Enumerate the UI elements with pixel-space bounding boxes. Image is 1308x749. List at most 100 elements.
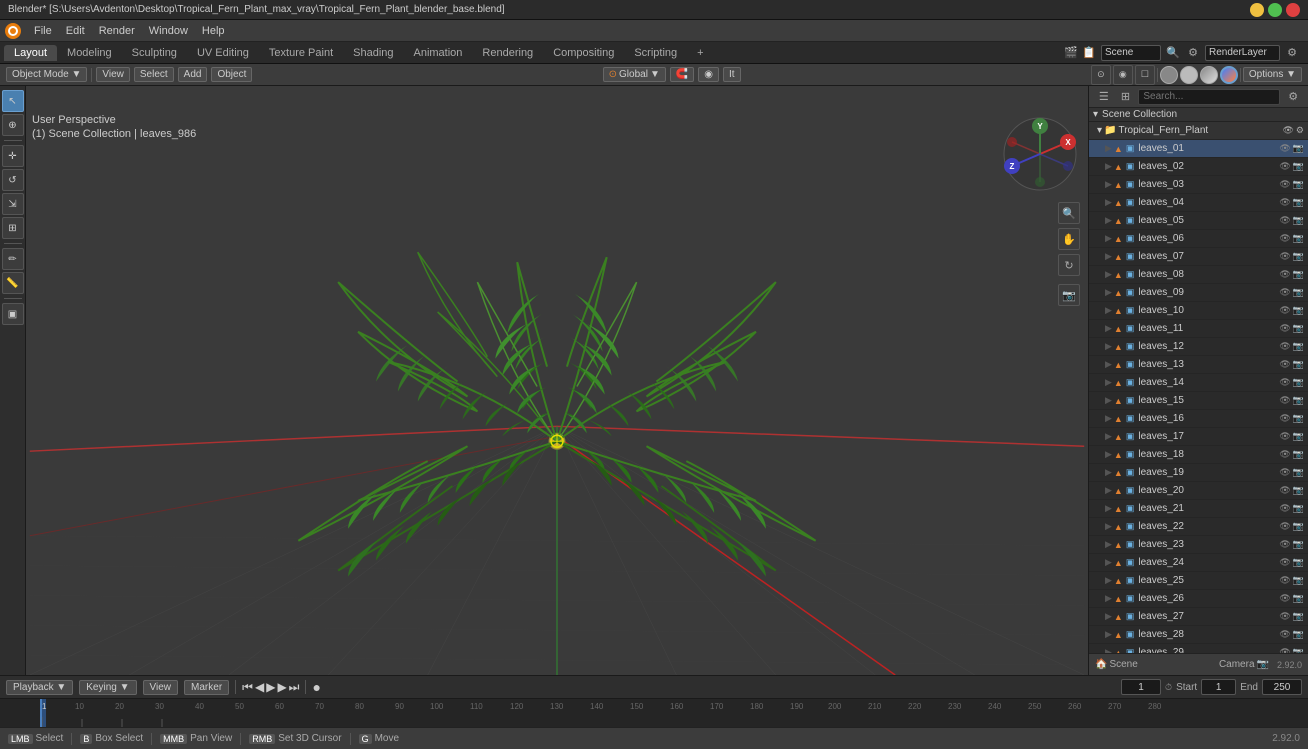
- eye-toggle[interactable]: 👁: [1279, 377, 1290, 388]
- scene-settings-icon[interactable]: ⚙: [1185, 45, 1201, 61]
- tab-modeling[interactable]: Modeling: [57, 45, 122, 61]
- blender-logo[interactable]: [4, 22, 22, 40]
- outliner-item-leaves_28[interactable]: ▶ ▲ ▣ leaves_28 👁 📷: [1089, 626, 1308, 644]
- render-layer-settings-icon[interactable]: ⚙: [1284, 45, 1300, 61]
- eye-toggle[interactable]: 👁: [1279, 485, 1290, 496]
- camera-toggle[interactable]: 📷: [1293, 395, 1304, 406]
- pivot-dropdown[interactable]: ⊙ Global ▼: [603, 67, 666, 82]
- outliner-item-leaves_26[interactable]: ▶ ▲ ▣ leaves_26 👁 📷: [1089, 590, 1308, 608]
- outliner-item-leaves_21[interactable]: ▶ ▲ ▣ leaves_21 👁 📷: [1089, 500, 1308, 518]
- camera-toggle[interactable]: 📷: [1293, 197, 1304, 208]
- maximize-button[interactable]: [1268, 3, 1282, 17]
- outliner-item-leaves_25[interactable]: ▶ ▲ ▣ leaves_25 👁 📷: [1089, 572, 1308, 590]
- camera-toggle[interactable]: 📷: [1293, 539, 1304, 550]
- render-layer-input[interactable]: [1205, 45, 1280, 61]
- camera-toggle[interactable]: 📷: [1293, 215, 1304, 226]
- camera-view-icon[interactable]: 📷: [1058, 284, 1080, 306]
- outliner-item-leaves_27[interactable]: ▶ ▲ ▣ leaves_27 👁 📷: [1089, 608, 1308, 626]
- rendered-shading[interactable]: [1220, 66, 1238, 84]
- outliner-item-leaves_12[interactable]: ▶ ▲ ▣ leaves_12 👁 📷: [1089, 338, 1308, 356]
- rotate-view-icon[interactable]: ↻: [1058, 254, 1080, 276]
- camera-toggle[interactable]: 📷: [1293, 341, 1304, 352]
- eye-toggle[interactable]: 👁: [1279, 269, 1290, 280]
- tab-rendering[interactable]: Rendering: [472, 45, 543, 61]
- annotate-tool[interactable]: ✏: [2, 248, 24, 270]
- eye-toggle[interactable]: 👁: [1279, 161, 1290, 172]
- camera-toggle[interactable]: 📷: [1293, 143, 1304, 154]
- outliner-item-leaves_05[interactable]: ▶ ▲ ▣ leaves_05 👁 📷: [1089, 212, 1308, 230]
- eye-toggle[interactable]: 👁: [1279, 395, 1290, 406]
- navigation-gizmo[interactable]: X Y Z: [1000, 114, 1080, 194]
- eye-toggle[interactable]: 👁: [1279, 575, 1290, 586]
- menu-help[interactable]: Help: [196, 23, 231, 39]
- outliner-item-leaves_04[interactable]: ▶ ▲ ▣ leaves_04 👁 📷: [1089, 194, 1308, 212]
- camera-toggle[interactable]: 📷: [1293, 323, 1304, 334]
- tab-add[interactable]: +: [687, 45, 713, 61]
- jump-start-btn[interactable]: ⏮: [242, 680, 253, 695]
- pan-icon[interactable]: ✋: [1058, 228, 1080, 250]
- next-frame-btn[interactable]: ▶: [277, 680, 286, 694]
- view-menu[interactable]: View: [96, 67, 130, 82]
- menu-window[interactable]: Window: [143, 23, 194, 39]
- camera-toggle[interactable]: 📷: [1293, 413, 1304, 424]
- tab-uv-editing[interactable]: UV Editing: [187, 45, 259, 61]
- tab-compositing[interactable]: Compositing: [543, 45, 624, 61]
- marker-menu[interactable]: Marker: [184, 680, 229, 695]
- solid-shading[interactable]: [1180, 66, 1198, 84]
- outliner-item-leaves_16[interactable]: ▶ ▲ ▣ leaves_16 👁 📷: [1089, 410, 1308, 428]
- eye-toggle[interactable]: 👁: [1279, 503, 1290, 514]
- view-layer-icon[interactable]: 📋: [1081, 45, 1097, 61]
- eye-toggle[interactable]: 👁: [1279, 143, 1290, 154]
- object-mode-dropdown[interactable]: Object Mode ▼: [6, 67, 87, 82]
- xray-icon[interactable]: ☐: [1135, 65, 1155, 85]
- snap-toggle[interactable]: 🧲: [670, 67, 694, 82]
- camera-toggle[interactable]: 📷: [1293, 503, 1304, 514]
- vis-filter-icon[interactable]: ⚙: [1296, 125, 1304, 136]
- tab-texture-paint[interactable]: Texture Paint: [259, 45, 343, 61]
- outliner-item-leaves_23[interactable]: ▶ ▲ ▣ leaves_23 👁 📷: [1089, 536, 1308, 554]
- outliner-item-leaves_09[interactable]: ▶ ▲ ▣ leaves_09 👁 📷: [1089, 284, 1308, 302]
- camera-toggle[interactable]: 📷: [1293, 485, 1304, 496]
- outliner-item-leaves_18[interactable]: ▶ ▲ ▣ leaves_18 👁 📷: [1089, 446, 1308, 464]
- eye-toggle[interactable]: 👁: [1279, 179, 1290, 190]
- camera-toggle[interactable]: 📷: [1293, 269, 1304, 280]
- play-btn[interactable]: ▶: [266, 680, 275, 694]
- outliner-item-leaves_15[interactable]: ▶ ▲ ▣ leaves_15 👁 📷: [1089, 392, 1308, 410]
- outliner-menu-icon[interactable]: ☰: [1095, 88, 1113, 106]
- outliner-item-leaves_02[interactable]: ▶ ▲ ▣ leaves_02 👁 📷: [1089, 158, 1308, 176]
- keying-menu[interactable]: Keying ▼: [79, 680, 136, 695]
- eye-toggle[interactable]: 👁: [1279, 323, 1290, 334]
- eye-toggle[interactable]: 👁: [1279, 305, 1290, 316]
- eye-toggle[interactable]: 👁: [1279, 359, 1290, 370]
- outliner-item-leaves_14[interactable]: ▶ ▲ ▣ leaves_14 👁 📷: [1089, 374, 1308, 392]
- menu-render[interactable]: Render: [93, 23, 141, 39]
- outliner-item-leaves_20[interactable]: ▶ ▲ ▣ leaves_20 👁 📷: [1089, 482, 1308, 500]
- eye-toggle[interactable]: 👁: [1279, 251, 1290, 262]
- outliner-item-leaves_08[interactable]: ▶ ▲ ▣ leaves_08 👁 📷: [1089, 266, 1308, 284]
- tab-sculpting[interactable]: Sculpting: [122, 45, 187, 61]
- select-tool[interactable]: ↖: [2, 90, 24, 112]
- outliner-item-leaves_13[interactable]: ▶ ▲ ▣ leaves_13 👁 📷: [1089, 356, 1308, 374]
- tab-layout[interactable]: Layout: [4, 45, 57, 61]
- eye-toggle[interactable]: 👁: [1279, 413, 1290, 424]
- eye-toggle[interactable]: 👁: [1279, 449, 1290, 460]
- eye-toggle[interactable]: 👁: [1279, 233, 1290, 244]
- camera-toggle[interactable]: 📷: [1293, 179, 1304, 190]
- overlay-icon[interactable]: ◉: [1113, 65, 1133, 85]
- wireframe-shading[interactable]: [1160, 66, 1178, 84]
- cursor-tool[interactable]: ⊕: [2, 114, 24, 136]
- camera-toggle[interactable]: 📷: [1293, 305, 1304, 316]
- menu-edit[interactable]: Edit: [60, 23, 91, 39]
- timeline-ruler[interactable]: 1 10 20 30 40 50 60 70 80 90 100 110 120…: [0, 699, 1308, 727]
- outliner-settings-icon[interactable]: ⚙: [1284, 88, 1302, 106]
- camera-toggle[interactable]: 📷: [1293, 611, 1304, 622]
- camera-toggle[interactable]: 📷: [1293, 575, 1304, 586]
- eye-toggle[interactable]: 👁: [1279, 593, 1290, 604]
- scene-input[interactable]: [1101, 45, 1161, 61]
- outliner-filter-icon[interactable]: ⊞: [1117, 88, 1135, 106]
- eye-toggle[interactable]: 👁: [1279, 557, 1290, 568]
- rotate-tool[interactable]: ↺: [2, 169, 24, 191]
- outliner-item-leaves_29[interactable]: ▶ ▲ ▣ leaves_29 👁 📷: [1089, 644, 1308, 653]
- properties-camera-icon[interactable]: 📷: [1257, 659, 1269, 670]
- outliner-item-leaves_17[interactable]: ▶ ▲ ▣ leaves_17 👁 📷: [1089, 428, 1308, 446]
